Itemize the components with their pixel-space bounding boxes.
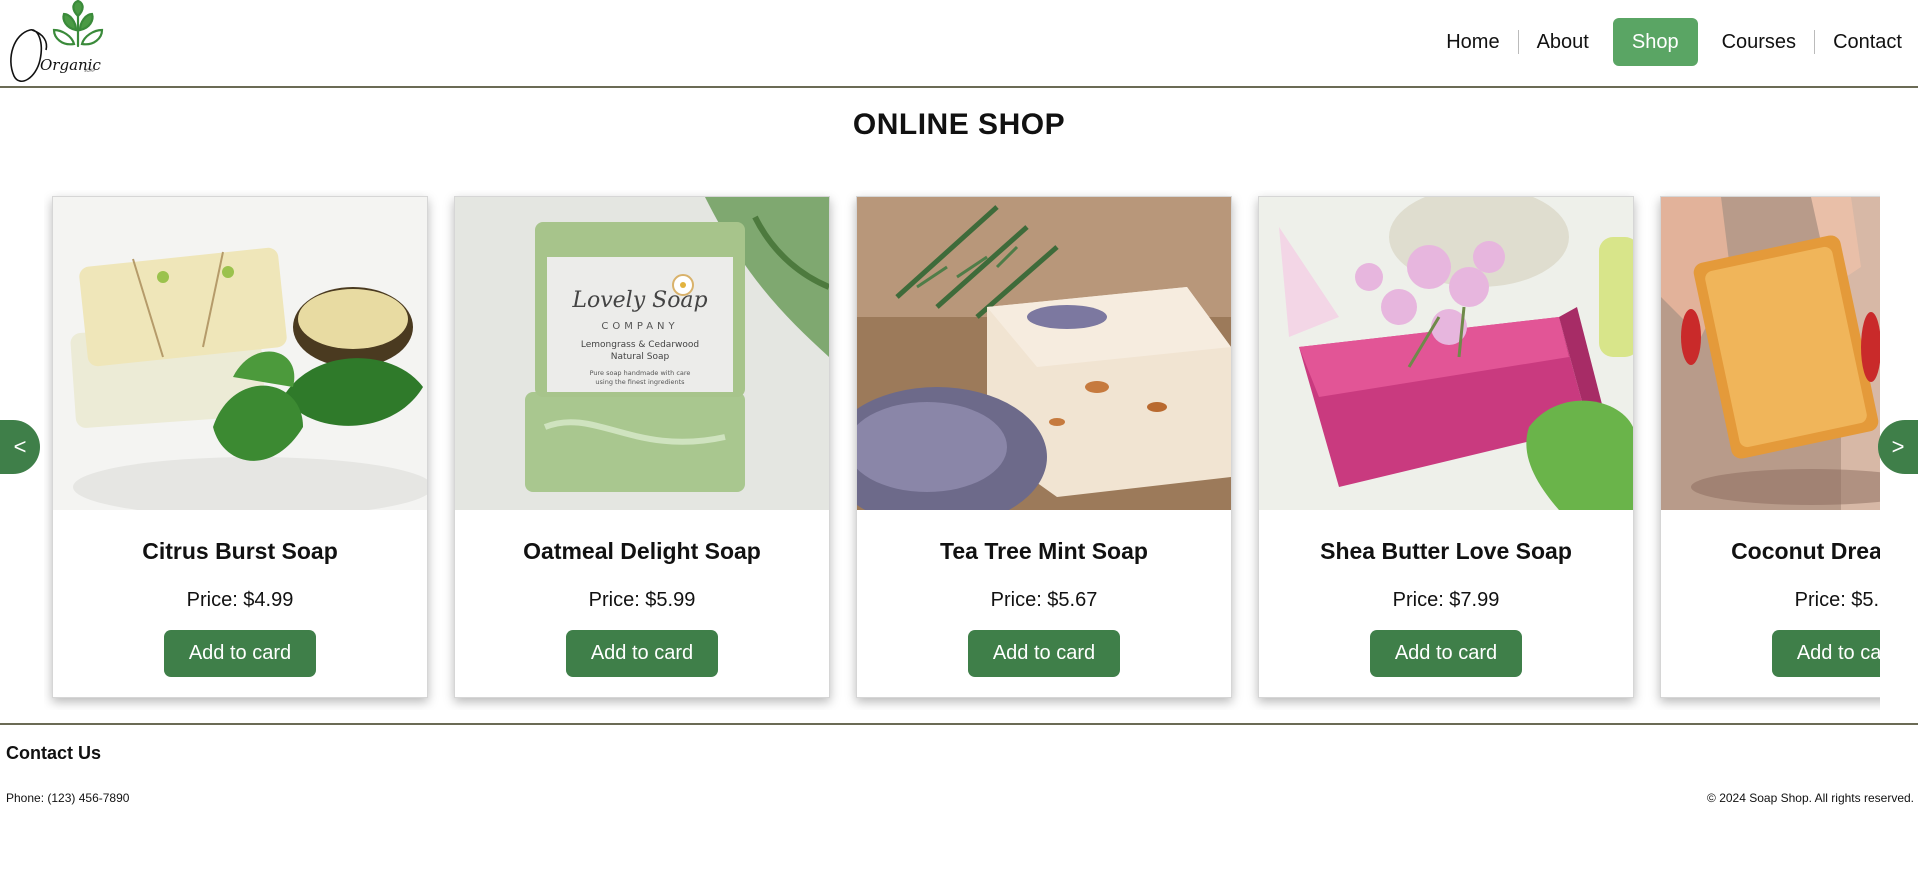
citrus-soap-image bbox=[53, 197, 427, 510]
product-card-tea-tree-mint: Tea Tree Mint Soap Price: $5.67 Add to c… bbox=[856, 196, 1232, 698]
add-to-cart-button[interactable]: Add to card bbox=[967, 630, 1121, 677]
carousel-track: Citrus Burst Soap Price: $4.99 Add to ca… bbox=[52, 196, 1880, 698]
svg-text:Pure soap handmade with care: Pure soap handmade with care bbox=[590, 369, 691, 377]
footer-phone: Phone: (123) 456-7890 bbox=[6, 791, 130, 805]
carousel-next-button[interactable]: > bbox=[1878, 420, 1918, 474]
svg-text:Lemongrass & Cedarwood: Lemongrass & Cedarwood bbox=[581, 340, 699, 350]
product-name: Citrus Burst Soap bbox=[142, 538, 338, 564]
product-price: Price: $4.99 bbox=[186, 589, 294, 611]
page-title: ONLINE SHOP bbox=[852, 108, 1066, 141]
shea-butter-soap-image bbox=[1259, 197, 1633, 510]
tea-tree-soap-image bbox=[857, 197, 1231, 510]
product-price: Price: $5.67 bbox=[990, 589, 1098, 611]
svg-text:COMPANY: COMPANY bbox=[601, 321, 678, 332]
nav-shop[interactable]: Shop bbox=[1612, 18, 1698, 66]
product-name: Oatmeal Delight Soap bbox=[523, 538, 761, 564]
site-header: Organic SOAP Home About Shop Courses Con… bbox=[0, 0, 1918, 88]
product-name: Coconut Dream Soap bbox=[1731, 538, 1880, 564]
svg-text:SOAP: SOAP bbox=[84, 68, 95, 73]
add-to-cart-button[interactable]: Add to card bbox=[1369, 630, 1523, 677]
oatmeal-soap-image: Lovely Soap COMPANY Lemongrass & Cedarwo… bbox=[455, 197, 829, 510]
svg-text:Lovely Soap: Lovely Soap bbox=[571, 288, 707, 313]
carousel-prev-button[interactable]: < bbox=[0, 420, 40, 474]
product-price: Price: $5.99 bbox=[588, 589, 696, 611]
add-to-cart-button[interactable]: Add to card bbox=[1771, 630, 1880, 677]
svg-text:Natural Soap: Natural Soap bbox=[611, 352, 670, 362]
product-card-citrus-burst: Citrus Burst Soap Price: $4.99 Add to ca… bbox=[52, 196, 428, 698]
footer-heading: Contact Us bbox=[6, 743, 102, 763]
svg-text:using the finest ingredients: using the finest ingredients bbox=[595, 378, 685, 386]
coconut-soap-image bbox=[1661, 197, 1880, 510]
nav-home[interactable]: Home bbox=[1428, 18, 1517, 66]
footer-copyright: © 2024 Soap Shop. All rights reserved. bbox=[1707, 791, 1914, 805]
product-name: Tea Tree Mint Soap bbox=[940, 538, 1148, 564]
nav-about[interactable]: About bbox=[1519, 18, 1607, 66]
add-to-cart-button[interactable]: Add to card bbox=[565, 630, 719, 677]
main-nav: Home About Shop Courses Contact bbox=[1428, 18, 1918, 66]
product-card-oatmeal-delight: Lovely Soap COMPANY Lemongrass & Cedarwo… bbox=[454, 196, 830, 698]
add-to-cart-button[interactable]: Add to card bbox=[163, 630, 317, 677]
organic-logo[interactable]: Organic SOAP bbox=[4, 0, 116, 86]
nav-courses[interactable]: Courses bbox=[1704, 18, 1814, 66]
product-carousel: Citrus Burst Soap Price: $4.99 Add to ca… bbox=[44, 190, 1880, 710]
product-card-coconut-dream: Coconut Dream Soap Price: $5.99 Add to c… bbox=[1660, 196, 1880, 698]
site-footer: Contact Us Phone: (123) 456-7890 © 2024 … bbox=[0, 723, 1918, 805]
product-price: Price: $5.99 bbox=[1794, 589, 1880, 611]
product-name: Shea Butter Love Soap bbox=[1320, 538, 1572, 564]
product-price: Price: $7.99 bbox=[1392, 589, 1500, 611]
product-card-shea-butter-love: Shea Butter Love Soap Price: $7.99 Add t… bbox=[1258, 196, 1634, 698]
nav-contact[interactable]: Contact bbox=[1815, 18, 1918, 66]
